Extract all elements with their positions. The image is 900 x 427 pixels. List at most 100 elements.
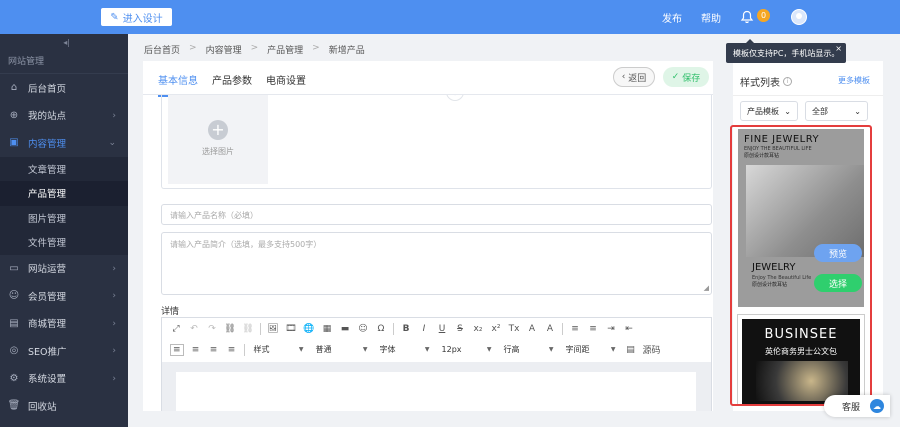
globe-icon[interactable]: ⊕ xyxy=(446,95,464,101)
collapse-icon[interactable]: ◂| xyxy=(0,34,128,50)
template-type-select[interactable]: 产品模板 ⌄ xyxy=(740,101,798,121)
customer-service-button[interactable]: 客服 ☁ xyxy=(824,395,890,417)
outdent-icon[interactable]: ⇤ xyxy=(623,324,635,334)
form-scroll-area[interactable]: + 选择图片 ⊕ 请输入产品名称（必填） 请输入产品简介（选填，最多支持500字… xyxy=(143,95,713,411)
align-center-icon[interactable]: ≡ xyxy=(190,345,202,355)
sidebar-item-recycle[interactable]: 🗑 回收站 xyxy=(0,392,128,420)
editor-body[interactable] xyxy=(162,362,711,411)
chevron-right-icon: › xyxy=(112,373,116,384)
preview-button[interactable]: 预览 xyxy=(814,244,862,262)
chevron-right-icon: › xyxy=(112,346,116,356)
card-footer: 原创设计款耳钻 xyxy=(752,282,788,288)
tooltip: 模板仅支持PC，手机站显示。 × xyxy=(726,39,846,63)
special-char-icon[interactable]: Ω xyxy=(375,324,387,334)
font-color-icon[interactable]: A xyxy=(526,324,538,334)
indent-icon[interactable]: ⇥ xyxy=(605,324,617,334)
letter-spacing-dropdown[interactable]: 字间距 ▼ xyxy=(563,344,619,355)
line-height-dropdown-value: 行高 xyxy=(503,345,520,354)
sidebar-item-content[interactable]: ▣ 内容管理 ⌄ xyxy=(0,129,128,157)
bold-icon[interactable]: B xyxy=(400,324,412,334)
fullscreen-icon[interactable]: ⤢ xyxy=(170,324,182,334)
ordered-list-icon[interactable]: ≡ xyxy=(569,324,581,334)
sidebar-subitem-products[interactable]: 产品管理 xyxy=(0,181,128,206)
template-card-business[interactable]: BUSINSEE 英伦商务男士公文包 xyxy=(737,314,865,404)
avatar[interactable] xyxy=(791,9,807,25)
redo-icon[interactable]: ↷ xyxy=(206,324,218,334)
card-subtitle: 英伦商务男士公文包 xyxy=(765,347,837,356)
sidebar-item-members[interactable]: ☺ 会员管理 › xyxy=(0,282,128,310)
style-dropdown-value: 样式 xyxy=(253,345,270,354)
template-list: FINE JEWELRY ENJOY THE BEAUTIFUL LIFE 原创… xyxy=(730,125,872,406)
help-link[interactable]: 帮助 xyxy=(701,10,721,25)
sidebar-item-seo[interactable]: ◎ SEO推广 › xyxy=(0,337,128,365)
template-card-jewelry[interactable]: FINE JEWELRY ENJOY THE BEAUTIFUL LIFE 原创… xyxy=(738,129,864,307)
align-right-icon[interactable]: ≡ xyxy=(208,345,220,355)
more-templates-link[interactable]: 更多模板 xyxy=(838,75,870,86)
bell-icon[interactable] xyxy=(740,10,754,24)
undo-icon[interactable]: ↶ xyxy=(188,324,200,334)
unordered-list-icon[interactable]: ≡ xyxy=(587,324,599,334)
publish-link[interactable]: 发布 xyxy=(662,10,682,25)
subscript-icon[interactable]: x₂ xyxy=(472,324,484,334)
breadcrumb-products[interactable]: 产品管理 xyxy=(267,43,303,56)
sidebar-item-operations[interactable]: ▭ 网站运营 › xyxy=(0,255,128,283)
image-icon[interactable]: 🖼 xyxy=(267,324,279,334)
info-icon[interactable]: i xyxy=(783,77,792,86)
back-label: 返回 xyxy=(628,73,647,84)
paragraph-dropdown-value: 普通 xyxy=(315,345,332,354)
sidebar-item-my-site[interactable]: ⊕ 我的站点 › xyxy=(0,102,128,130)
superscript-icon[interactable]: x² xyxy=(490,324,502,334)
breadcrumb-content[interactable]: 内容管理 xyxy=(206,43,242,56)
image-upload-box: + 选择图片 ⊕ xyxy=(161,95,712,189)
product-summary-textarea[interactable]: 请输入产品简介（选填，最多支持500字） ◢ xyxy=(161,232,712,295)
clear-format-icon[interactable]: Tx xyxy=(508,324,520,334)
back-button[interactable]: ‹ 返回 xyxy=(613,67,655,87)
table-icon[interactable]: ▦ xyxy=(321,324,333,334)
sidebar-item-home[interactable]: ⌂ 后台首页 xyxy=(0,74,128,102)
enter-design-button[interactable]: ✎ 进入设计 xyxy=(101,8,172,26)
sidebar-subitem-files[interactable]: 文件管理 xyxy=(0,230,128,255)
template-filter-select[interactable]: 全部 ⌄ xyxy=(805,101,868,121)
sidebar-item-shop[interactable]: ▤ 商城管理 › xyxy=(0,310,128,338)
editor-page[interactable] xyxy=(176,372,696,411)
sidebar-subitem-images[interactable]: 图片管理 xyxy=(0,205,128,230)
hr-icon[interactable]: ▬ xyxy=(339,324,351,334)
link-icon[interactable]: ⛓ xyxy=(224,324,236,334)
top-bar: ✎ 进入设计 发布 帮助 0 xyxy=(0,0,900,34)
target-icon: ◎ xyxy=(9,345,19,357)
plus-icon: + xyxy=(208,120,228,140)
style-dropdown[interactable]: 样式 ▼ xyxy=(251,344,307,355)
source-code-icon: ▤ xyxy=(626,344,635,355)
underline-icon[interactable]: U xyxy=(436,324,448,334)
align-left-icon[interactable]: ≡ xyxy=(170,343,184,356)
paragraph-dropdown[interactable]: 普通 ▼ xyxy=(313,344,371,355)
video-icon[interactable]: 🎞 xyxy=(285,324,297,334)
align-justify-icon[interactable]: ≡ xyxy=(226,345,238,355)
sidebar-subitem-articles[interactable]: 文章管理 xyxy=(0,156,128,181)
globe-icon: ⊕ xyxy=(9,109,19,121)
source-code-button[interactable]: 源码 xyxy=(643,343,661,356)
background-color-icon[interactable]: A xyxy=(544,324,556,334)
unlink-icon[interactable]: ⛓ xyxy=(242,324,254,334)
sidebar-item-label: 回收站 xyxy=(28,401,57,413)
font-dropdown[interactable]: 字体 ▼ xyxy=(377,344,433,355)
save-button[interactable]: ✓ 保存 xyxy=(663,67,709,87)
font-size-dropdown[interactable]: 12px ▼ xyxy=(439,345,495,354)
toolbar-separator xyxy=(243,343,245,356)
line-height-dropdown[interactable]: 行高 ▼ xyxy=(501,344,557,355)
breadcrumb-current: 新增产品 xyxy=(328,46,365,56)
map-icon[interactable]: 🌐 xyxy=(303,324,315,334)
close-icon[interactable]: × xyxy=(835,44,842,53)
letter-spacing-dropdown-value: 字间距 xyxy=(565,345,590,354)
emoji-icon[interactable]: ☺ xyxy=(357,324,369,334)
strikethrough-icon[interactable]: S xyxy=(454,324,466,334)
italic-icon[interactable]: I xyxy=(418,324,430,334)
editor-toolbar-row1: ⤢ ↶ ↷ ⛓ ⛓ 🖼 🎞 🌐 ▦ ▬ ☺ Ω B I U Sx₂ x² Tx A A ≡ ≡ ⇥ ⇤ xyxy=(162,318,711,339)
pick-image-button[interactable]: + 选择图片 xyxy=(168,95,268,184)
resize-grip-icon[interactable]: ◢ xyxy=(704,284,709,292)
select-template-button[interactable]: 选择 xyxy=(814,274,862,292)
sidebar-item-settings[interactable]: ⚙ 系统设置 › xyxy=(0,365,128,393)
gear-icon: ⚙ xyxy=(9,372,19,384)
breadcrumb-home[interactable]: 后台首页 xyxy=(144,43,180,56)
product-name-input[interactable]: 请输入产品名称（必填） xyxy=(161,204,712,225)
